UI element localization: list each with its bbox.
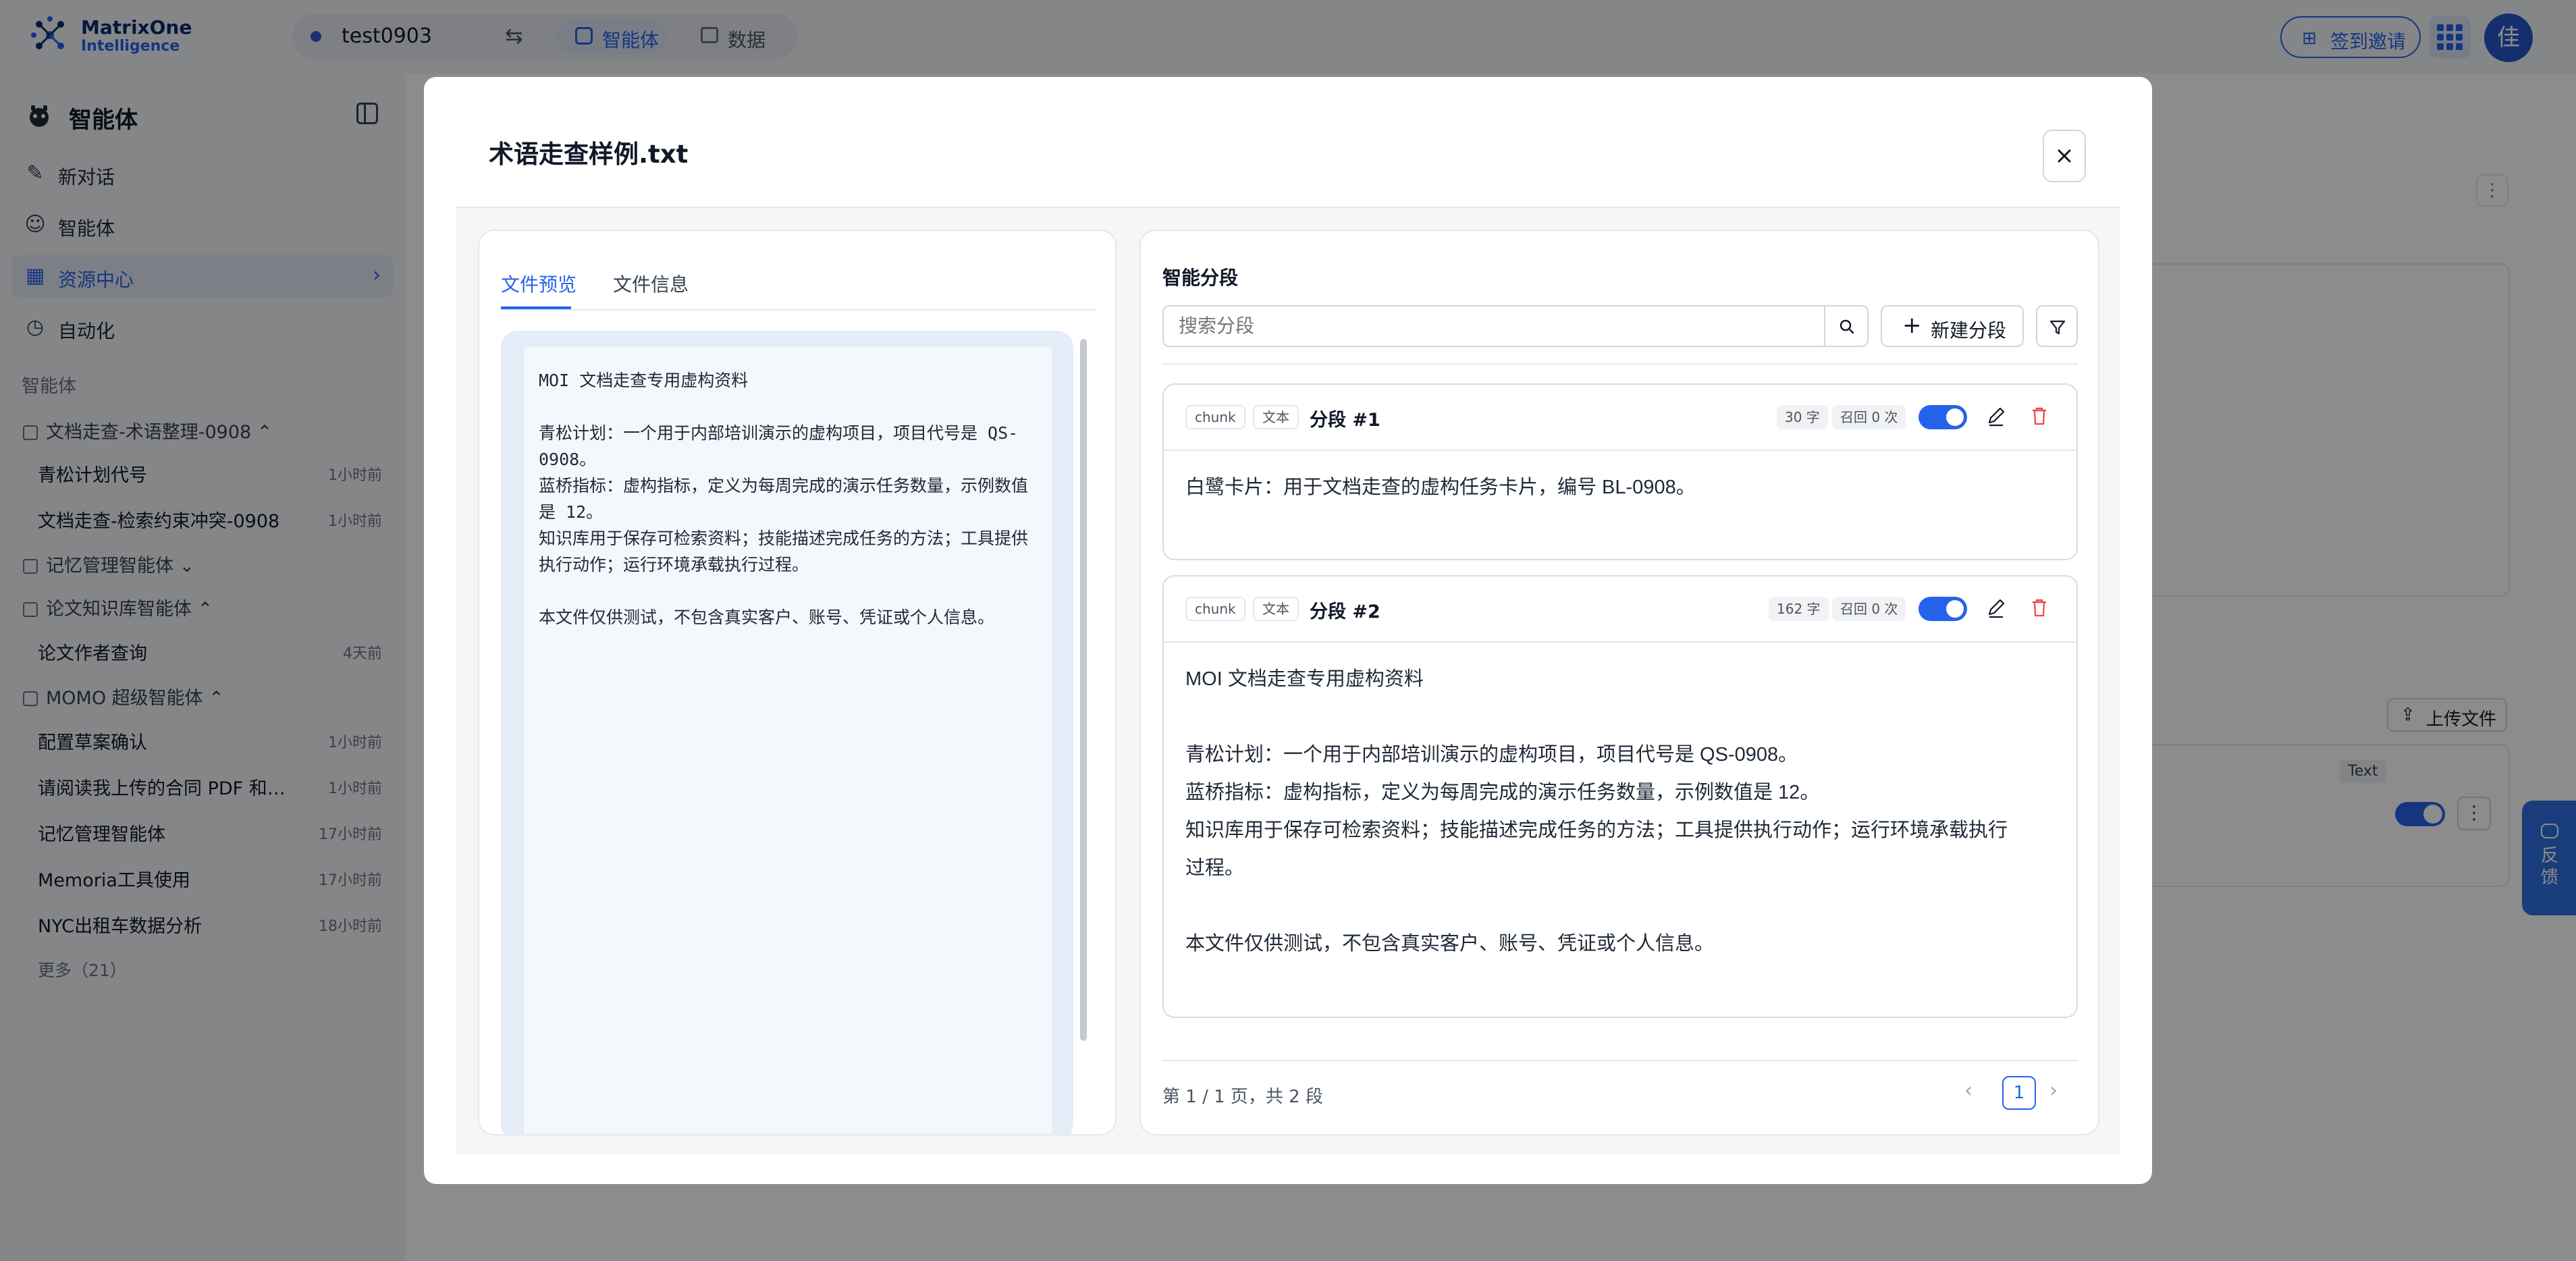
- tab-divider: [501, 309, 1095, 311]
- segment-content: MOI 文档走查专用虚构资料 青松计划：一个用于内部培训演示的虚构项目，项目代号…: [1185, 668, 2008, 955]
- file-detail-modal: 术语走查样例.txt 文件预览 文件信息 MOI 文档走查专用虚构资料 青松计划…: [424, 77, 2152, 1184]
- filter-button[interactable]: [2036, 305, 2078, 347]
- segments-title: 智能分段: [1162, 267, 1239, 289]
- tab-file-info[interactable]: 文件信息: [613, 270, 689, 297]
- search-button[interactable]: [1824, 305, 1869, 347]
- chevron-left-icon[interactable]: ‹: [1964, 1079, 1973, 1102]
- segment-card: chunk 文本 分段 #1 30 字 召回 0 次 白鹭卡片：用于文档走查的虚…: [1162, 383, 2078, 560]
- segment-type-chip: chunk: [1185, 405, 1245, 429]
- segment-title: 分段 #1: [1310, 410, 1380, 431]
- delete-icon[interactable]: [2028, 404, 2051, 429]
- segment-card: chunk 文本 分段 #2 162 字 召回 0 次 MOI 文档走查专用虚构…: [1162, 575, 2078, 1018]
- preview-frame: MOI 文档走查专用虚构资料 青松计划：一个用于内部培训演示的虚构项目，项目代号…: [501, 331, 1073, 1134]
- close-button[interactable]: [2043, 130, 2086, 182]
- plus-icon: +: [1902, 312, 1922, 339]
- chevron-right-icon[interactable]: ›: [2049, 1079, 2058, 1102]
- delete-icon[interactable]: [2028, 595, 2051, 621]
- scrollbar-thumb[interactable]: [1080, 339, 1087, 1041]
- filter-icon: [2049, 320, 2066, 335]
- segment-recall-count: 召回 0 次: [1832, 405, 1906, 429]
- segment-enable-toggle[interactable]: [1918, 405, 1967, 429]
- pagination-divider: [1162, 1060, 2078, 1061]
- close-icon: [2058, 149, 2071, 163]
- segment-char-count: 162 字: [1769, 597, 1829, 621]
- modal-title: 术语走查样例.txt: [489, 140, 689, 169]
- segments-divider: [1162, 363, 2078, 365]
- new-segment-label: 新建分段: [1931, 319, 2007, 342]
- file-preview-panel: 文件预览 文件信息 MOI 文档走查专用虚构资料 青松计划：一个用于内部培训演示…: [478, 230, 1117, 1135]
- segment-char-count: 30 字: [1777, 405, 1828, 429]
- edit-icon[interactable]: [1985, 404, 2008, 429]
- active-tab-indicator: [501, 306, 571, 309]
- edit-icon[interactable]: [1985, 595, 2008, 621]
- segment-type-chip: chunk: [1185, 597, 1245, 621]
- new-segment-button[interactable]: + 新建分段: [1881, 305, 2024, 347]
- segment-content: 白鹭卡片：用于文档走查的虚构任务卡片，编号 BL-0908。: [1185, 477, 1696, 498]
- pagination-info: 第 1 / 1 页，共 2 段: [1162, 1087, 1323, 1107]
- segment-title: 分段 #2: [1310, 601, 1380, 622]
- smart-segments-panel: 智能分段 + 新建分段 chunk: [1139, 230, 2099, 1135]
- segment-recall-count: 召回 0 次: [1832, 597, 1906, 621]
- preview-scrollbar[interactable]: [1077, 333, 1090, 1134]
- segment-header: chunk 文本 分段 #1 30 字 召回 0 次: [1164, 385, 2076, 451]
- tab-file-preview[interactable]: 文件预览: [501, 270, 576, 297]
- segment-format-chip: 文本: [1253, 405, 1299, 429]
- segment-search-input[interactable]: [1162, 305, 1825, 347]
- pagination-page[interactable]: 1: [2002, 1076, 2036, 1110]
- search-icon: [1840, 319, 1854, 334]
- modal-body: 文件预览 文件信息 MOI 文档走查专用虚构资料 青松计划：一个用于内部培训演示…: [456, 207, 2120, 1154]
- segment-format-chip: 文本: [1253, 597, 1299, 621]
- segment-enable-toggle[interactable]: [1918, 597, 1967, 621]
- segment-header: chunk 文本 分段 #2 162 字 召回 0 次: [1164, 576, 2076, 643]
- file-preview-text: MOI 文档走查专用虚构资料 青松计划：一个用于内部培训演示的虚构项目，项目代号…: [539, 371, 1029, 627]
- preview-page: MOI 文档走查专用虚构资料 青松计划：一个用于内部培训演示的虚构项目，项目代号…: [524, 347, 1052, 1134]
